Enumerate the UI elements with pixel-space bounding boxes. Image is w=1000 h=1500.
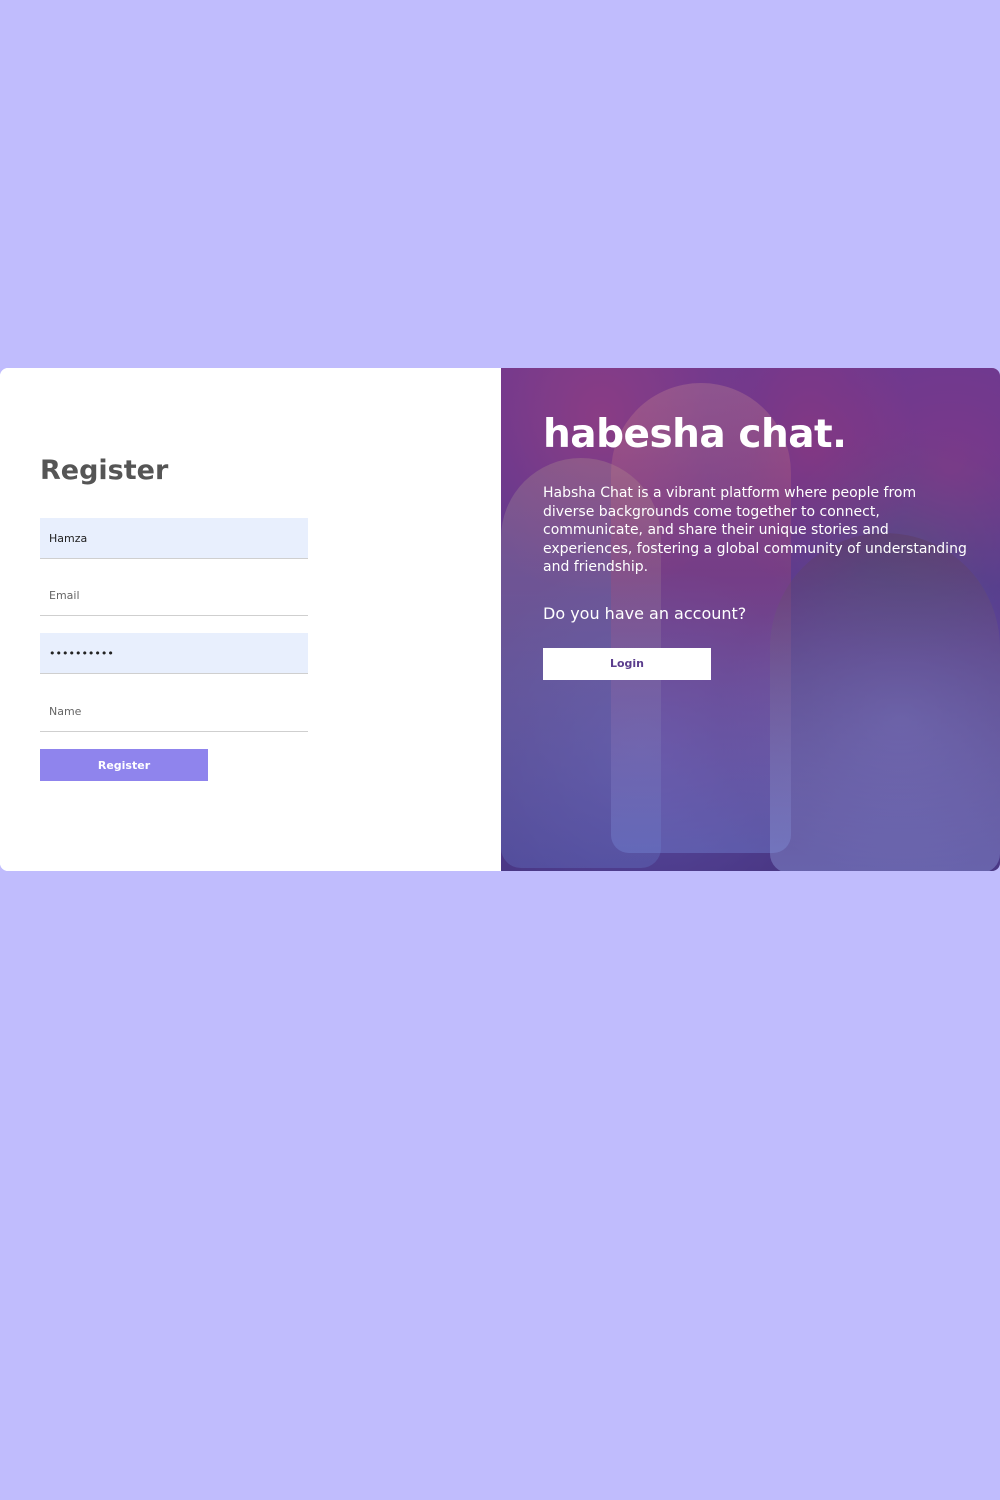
name-input-filled[interactable] (40, 518, 308, 559)
account-question: Do you have an account? (543, 603, 747, 623)
register-panel: Register Register (0, 368, 501, 871)
name-input[interactable] (40, 691, 308, 732)
intro-description: Habsha Chat is a vibrant platform where … (543, 485, 967, 576)
intro-panel: habesha chat. Habsha Chat is a vibrant p… (501, 368, 1000, 871)
intro-content: habesha chat. Habsha Chat is a vibrant p… (543, 411, 973, 680)
login-button[interactable]: Login (543, 647, 711, 680)
register-title: Register (40, 455, 169, 486)
register-button[interactable]: Register (40, 749, 208, 781)
auth-card: Register Register habesha chat. Habsha C… (0, 368, 1000, 871)
email-input[interactable] (40, 575, 308, 616)
brand-title: habesha chat. (543, 412, 847, 457)
password-input[interactable] (40, 633, 308, 674)
